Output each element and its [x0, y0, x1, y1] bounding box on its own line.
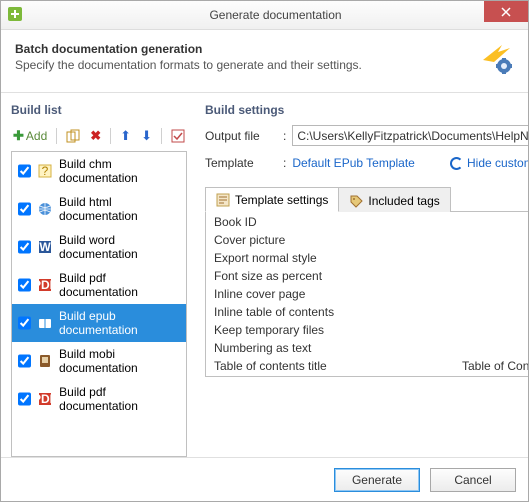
- cancel-button[interactable]: Cancel: [430, 468, 516, 492]
- mobi-icon: [37, 353, 53, 369]
- plus-icon: ✚: [13, 128, 24, 144]
- template-link[interactable]: Default EPub Template: [292, 156, 415, 170]
- build-list-title: Build list: [11, 103, 187, 117]
- pdf-icon: PDF: [37, 391, 53, 407]
- refresh-icon: [450, 157, 463, 170]
- delete-icon: ✖: [90, 128, 101, 144]
- build-item-checkbox[interactable]: [18, 354, 31, 368]
- tab-included-tags[interactable]: Included tags: [338, 187, 450, 212]
- build-list-item[interactable]: Build html documentation: [12, 190, 186, 228]
- template-tab-icon: [216, 193, 230, 207]
- setting-row[interactable]: Book ID: [206, 213, 528, 231]
- settings-tabs: Template settings Included tags: [205, 186, 528, 212]
- build-list-item[interactable]: Build epub documentation: [12, 304, 186, 342]
- close-button[interactable]: [484, 1, 528, 22]
- svg-text:PDF: PDF: [37, 278, 53, 292]
- build-list-item[interactable]: W Build word documentation: [12, 228, 186, 266]
- window-title: Generate documentation: [23, 8, 528, 22]
- tags-tab-icon: [349, 194, 363, 208]
- build-list-item[interactable]: Build mobi documentation: [12, 342, 186, 380]
- arrow-up-icon: ⬆: [120, 128, 131, 144]
- build-item-checkbox[interactable]: [18, 240, 31, 254]
- generate-button[interactable]: Generate: [334, 468, 420, 492]
- build-item-label: Build pdf documentation: [59, 271, 180, 299]
- build-list-item[interactable]: PDF Build pdf documentation: [12, 380, 186, 418]
- setting-row[interactable]: Keep temporary files: [206, 321, 528, 339]
- setting-row[interactable]: Numbering as text: [206, 339, 528, 357]
- check-all-icon: [171, 129, 185, 143]
- setting-label: Export normal style: [214, 251, 528, 265]
- output-file-row: Output file : C:\Users\KellyFitzpatrick\…: [205, 125, 528, 146]
- svg-text:PDF: PDF: [37, 392, 53, 406]
- titlebar: Generate documentation: [1, 1, 528, 30]
- output-file-label: Output file: [205, 129, 277, 143]
- setting-label: Keep temporary files: [214, 323, 528, 337]
- header-title: Batch documentation generation: [15, 42, 480, 56]
- check-all-button[interactable]: [169, 128, 187, 144]
- epub-icon: [37, 315, 53, 331]
- html-icon: [37, 201, 53, 217]
- build-item-label: Build html documentation: [59, 195, 180, 223]
- chm-icon: ?: [37, 163, 53, 179]
- build-item-checkbox[interactable]: [18, 278, 31, 292]
- setting-row[interactable]: Table of contents titleTable of Contents: [206, 357, 528, 375]
- build-list[interactable]: ? Build chm documentation Build html docum…: [11, 151, 187, 457]
- setting-row[interactable]: Inline table of contents: [206, 303, 528, 321]
- add-button[interactable]: ✚Add: [11, 127, 49, 145]
- header-subtitle: Specify the documentation formats to gen…: [15, 58, 480, 72]
- arrow-down-icon: ⬇: [141, 128, 152, 144]
- build-item-label: Build epub documentation: [59, 309, 180, 337]
- delete-button[interactable]: ✖: [88, 127, 103, 145]
- svg-text:W: W: [39, 240, 51, 254]
- build-item-label: Build mobi documentation: [59, 347, 180, 375]
- build-list-item[interactable]: ? Build chm documentation: [12, 152, 186, 190]
- setting-label: Inline table of contents: [214, 305, 528, 319]
- move-up-button[interactable]: ⬆: [118, 127, 133, 145]
- build-list-toolbar: ✚Add ✖ ⬆ ⬇: [11, 125, 187, 151]
- template-label: Template: [205, 156, 277, 170]
- build-item-checkbox[interactable]: [18, 164, 31, 178]
- header: Batch documentation generation Specify t…: [1, 30, 528, 92]
- close-icon: [501, 7, 511, 17]
- hide-customization-link[interactable]: Hide customization: [450, 156, 528, 170]
- setting-row[interactable]: Cover picture: [206, 231, 528, 249]
- output-file-input[interactable]: C:\Users\KellyFitzpatrick\Documents\Help…: [292, 125, 528, 146]
- setting-label: Cover picture: [214, 233, 528, 247]
- setting-row[interactable]: Inline cover page: [206, 285, 528, 303]
- template-row: Template : Default EPub Template Hide cu…: [205, 156, 528, 170]
- word-icon: W: [37, 239, 53, 255]
- setting-label: Font size as percent: [214, 269, 528, 283]
- build-item-label: Build word documentation: [59, 233, 180, 261]
- build-item-checkbox[interactable]: [18, 202, 31, 216]
- setting-label: Table of contents title: [214, 359, 462, 373]
- setting-row[interactable]: Font size as percent: [206, 267, 528, 285]
- build-item-checkbox[interactable]: [18, 316, 31, 330]
- dialog-footer: Generate Cancel: [1, 457, 528, 501]
- build-settings-title: Build settings: [205, 103, 528, 117]
- setting-label: Numbering as text: [214, 341, 528, 355]
- app-icon: [7, 6, 23, 25]
- duplicate-icon: [66, 129, 80, 143]
- tab-template-settings[interactable]: Template settings: [205, 187, 339, 212]
- wizard-icon: [480, 42, 514, 76]
- template-settings-grid: Book ID Cover picture Export normal style F…: [205, 212, 528, 377]
- setting-row[interactable]: Export normal style: [206, 249, 528, 267]
- setting-label: Inline cover page: [214, 287, 528, 301]
- move-down-button[interactable]: ⬇: [139, 127, 154, 145]
- build-list-item[interactable]: PDF Build pdf documentation: [12, 266, 186, 304]
- pdf-icon: PDF: [37, 277, 53, 293]
- build-item-label: Build pdf documentation: [59, 385, 180, 413]
- build-item-label: Build chm documentation: [59, 157, 180, 185]
- setting-label: Book ID: [214, 215, 528, 229]
- svg-text:?: ?: [42, 164, 49, 178]
- build-item-checkbox[interactable]: [18, 392, 31, 406]
- duplicate-button[interactable]: [64, 128, 82, 144]
- setting-value: Table of Contents: [462, 359, 528, 373]
